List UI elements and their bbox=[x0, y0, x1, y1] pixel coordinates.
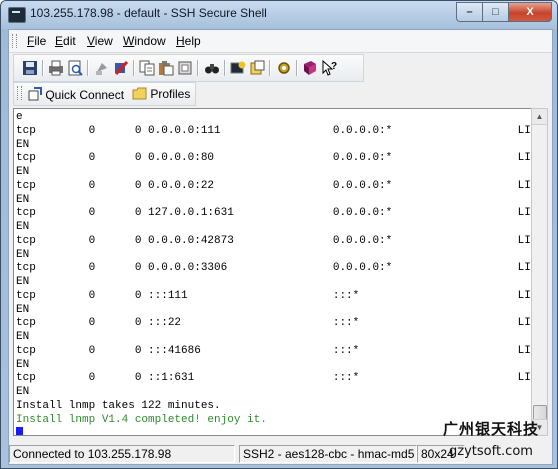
menu-edit[interactable]: Edit bbox=[55, 34, 76, 48]
menu-window[interactable]: Window bbox=[123, 34, 166, 48]
quick-connect-grip[interactable] bbox=[17, 86, 22, 100]
terminal-line: EN bbox=[16, 303, 30, 316]
client-area: File Edit View Window Help ? Quick Conne… bbox=[8, 29, 553, 465]
terminal-line: EN bbox=[16, 166, 30, 178]
menu-file[interactable]: File bbox=[27, 34, 46, 48]
scroll-up-arrow[interactable]: ▲ bbox=[532, 109, 547, 125]
toolbar: ? bbox=[13, 54, 364, 82]
menu-grip[interactable] bbox=[12, 34, 17, 48]
profiles-button[interactable]: Profiles bbox=[132, 87, 190, 101]
ssh-window: 103.255.178.98 - default - SSH Secure Sh… bbox=[0, 0, 558, 469]
paste-icon[interactable] bbox=[158, 60, 174, 76]
close-button[interactable]: X bbox=[508, 2, 552, 22]
select-all-icon[interactable] bbox=[177, 60, 193, 76]
terminal-line: EN bbox=[16, 331, 30, 343]
terminal-line: EN bbox=[16, 138, 30, 151]
status-connection: Connected to 103.255.178.98 bbox=[9, 445, 235, 463]
terminal-line: e bbox=[16, 111, 23, 123]
status-bar: Connected to 103.255.178.98 SSH2 - aes12… bbox=[9, 443, 552, 464]
terminal-line: EN bbox=[16, 386, 30, 398]
print-preview-icon[interactable] bbox=[67, 60, 83, 76]
minimize-button[interactable]: – bbox=[456, 2, 482, 22]
print-icon[interactable] bbox=[48, 60, 64, 76]
menu-view[interactable]: View bbox=[87, 34, 113, 48]
terminal-output[interactable]: e tcp 0 0 0.0.0.0:111 0.0.0.0:* LIST EN tcp… bbox=[13, 108, 532, 436]
terminal-line: EN bbox=[16, 276, 30, 288]
save-icon[interactable] bbox=[22, 60, 38, 76]
quick-connect-icon bbox=[28, 87, 42, 101]
terminal-line: tcp 0 0 :::22 :::* LIST bbox=[16, 317, 532, 330]
menu-help[interactable]: Help bbox=[176, 34, 201, 48]
window-title: 103.255.178.98 - default - SSH Secure Sh… bbox=[30, 6, 267, 20]
terminal-line: tcp 0 0 0.0.0.0:3306 0.0.0.0:* LIST bbox=[16, 262, 532, 275]
terminal-line: tcp 0 0 ::1:631 :::* LIST bbox=[16, 372, 532, 385]
scroll-down-arrow[interactable]: ▼ bbox=[532, 419, 547, 435]
terminal-line: EN bbox=[16, 193, 30, 206]
quick-connect-bar: Quick Connect Profiles bbox=[13, 82, 196, 106]
new-terminal-icon[interactable] bbox=[230, 60, 246, 76]
title-bar[interactable]: 103.255.178.98 - default - SSH Secure Sh… bbox=[1, 1, 557, 29]
terminal-line: Install lnmp V1.4 completed! enjoy it. bbox=[16, 413, 267, 426]
terminal-line: tcp 0 0 0.0.0.0:42873 0.0.0.0:* LIST bbox=[16, 234, 532, 247]
terminal-line: Install lnmp takes 122 minutes. bbox=[16, 399, 221, 412]
terminal-line: tcp 0 0 127.0.0.1:631 0.0.0.0:* LIST bbox=[16, 207, 532, 220]
terminal-line: tcp 0 0 :::41686 :::* LIST bbox=[16, 344, 532, 357]
quick-connect-button[interactable]: Quick Connect bbox=[28, 87, 124, 102]
settings-icon[interactable] bbox=[276, 60, 292, 76]
copy-icon[interactable] bbox=[139, 60, 155, 76]
disconnect-icon[interactable] bbox=[113, 60, 129, 76]
terminal-line: EN bbox=[16, 358, 30, 371]
quick-connect-label: Quick Connect bbox=[45, 88, 125, 102]
help-whats-this-icon[interactable]: ? bbox=[321, 59, 337, 76]
terminal-app-icon bbox=[8, 7, 26, 23]
status-terminal-size: 80x24 bbox=[417, 445, 465, 463]
menu-bar: File Edit View Window Help bbox=[9, 30, 552, 53]
svg-text:?: ? bbox=[331, 61, 337, 72]
find-icon[interactable] bbox=[204, 60, 220, 76]
terminal-line: EN bbox=[16, 221, 30, 233]
terminal-scrollbar[interactable]: ▲ ▼ bbox=[531, 108, 548, 436]
terminal-cursor bbox=[16, 427, 23, 435]
terminal-line: tcp 0 0 0.0.0.0:22 0.0.0.0:* LIST bbox=[16, 179, 532, 192]
terminal-line: tcp 0 0 0.0.0.0:111 0.0.0.0:* LIST bbox=[16, 124, 532, 137]
disabled-connect-icon[interactable] bbox=[94, 60, 110, 76]
maximize-button[interactable]: □ bbox=[482, 2, 508, 22]
folder-icon bbox=[132, 87, 147, 100]
new-file-transfer-icon[interactable] bbox=[249, 60, 265, 76]
profiles-book-icon[interactable] bbox=[302, 60, 318, 76]
profiles-label: Profiles bbox=[150, 87, 191, 101]
status-cipher: SSH2 - aes128-cbc - hmac-md5 bbox=[239, 445, 417, 463]
terminal-line: EN bbox=[16, 248, 30, 261]
terminal-line: tcp 0 0 :::111 :::* LIST bbox=[16, 289, 532, 302]
terminal-line: tcp 0 0 0.0.0.0:80 0.0.0.0:* LIST bbox=[16, 152, 532, 165]
